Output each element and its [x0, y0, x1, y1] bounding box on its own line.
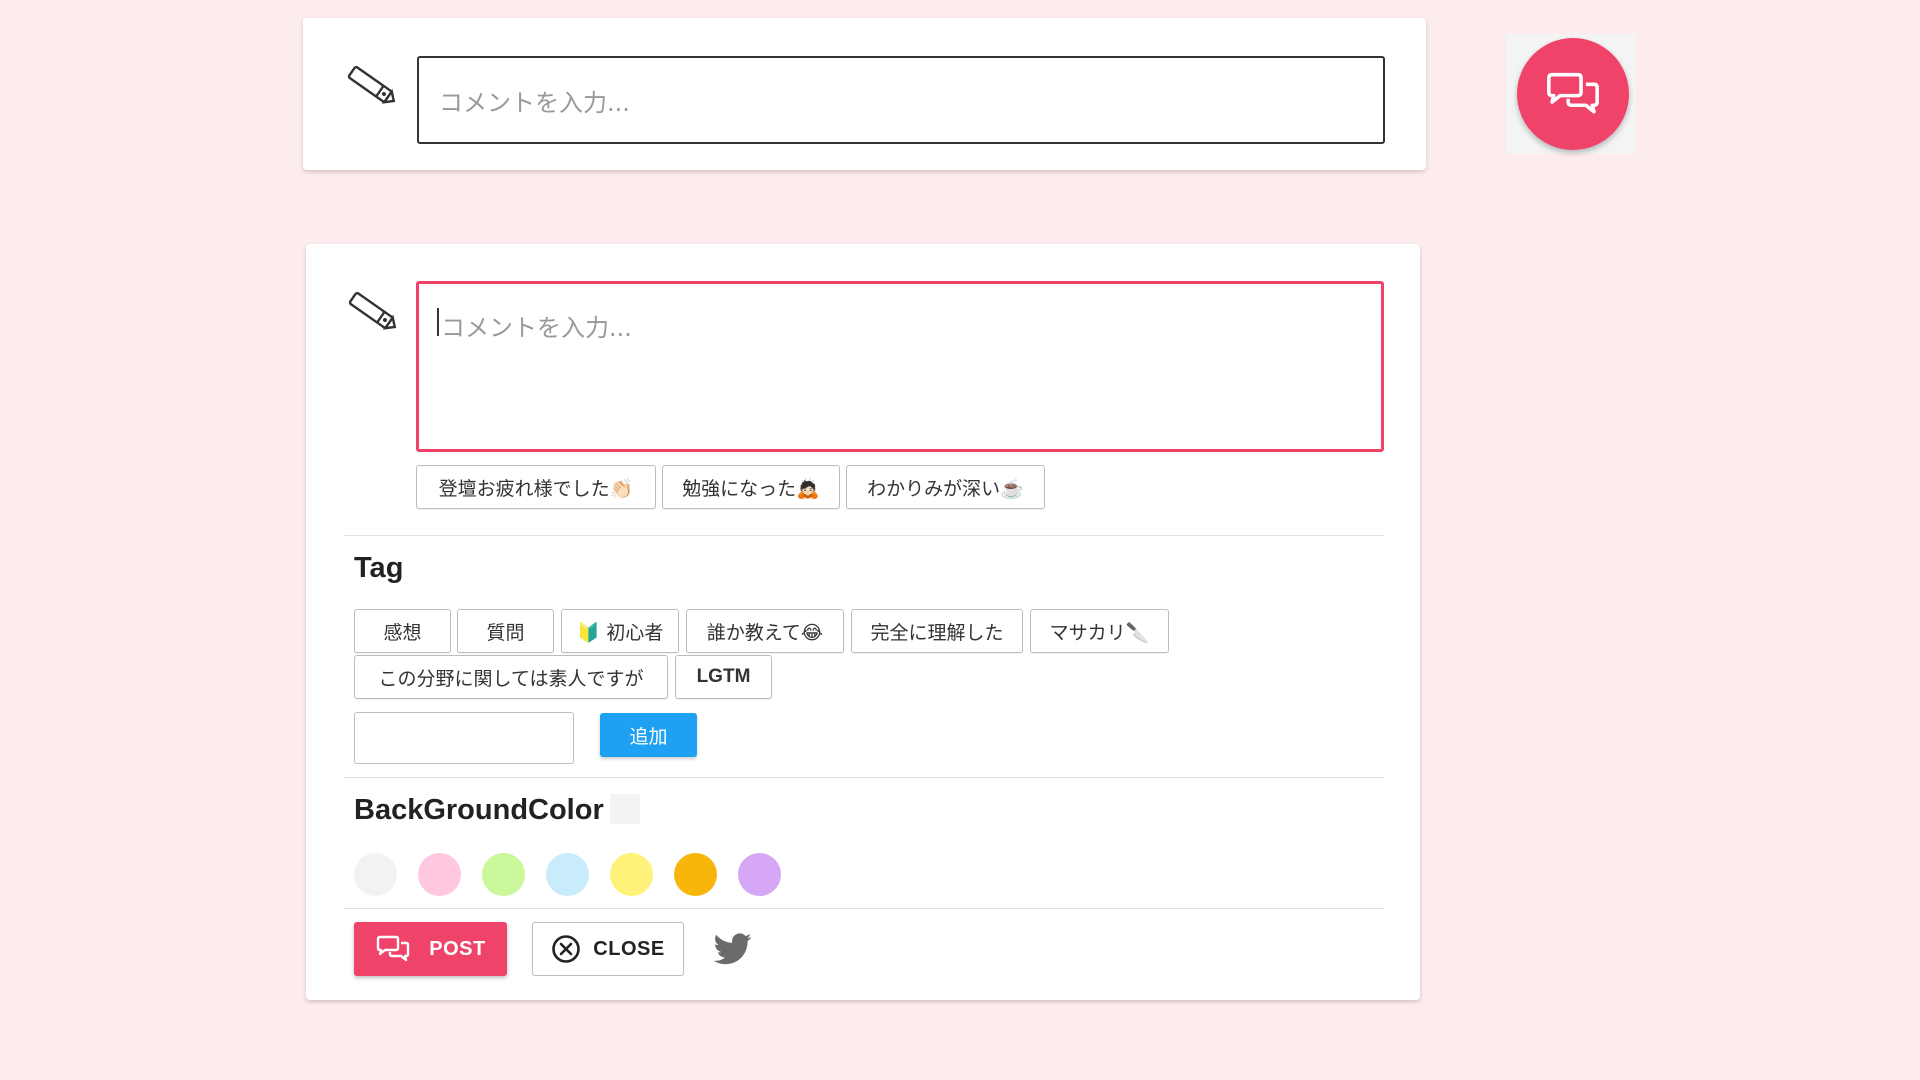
close-button[interactable]: CLOSE [532, 922, 684, 976]
color-swatch-purple[interactable] [738, 853, 781, 896]
comment-placeholder: コメントを入力... [439, 88, 630, 117]
quick-reply-chip[interactable]: わかりみが深い☕️ [846, 465, 1045, 509]
quick-reply-chip[interactable]: 登壇お疲れ様でした👏🏻 [416, 465, 656, 509]
close-label: CLOSE [593, 937, 665, 960]
tag-label: この分野に関しては素人ですが [378, 667, 644, 690]
comment-placeholder: コメントを入力... [441, 314, 632, 342]
close-circle-icon [552, 935, 581, 963]
tag-chip[interactable]: マサカリ🔪 [1030, 609, 1169, 653]
comment-card-collapsed: コメントを入力... [303, 18, 1426, 170]
quick-reply-label: 登壇お疲れ様でした👏🏻 [438, 477, 634, 500]
color-swatch-gray[interactable] [354, 853, 397, 896]
new-tag-input[interactable] [354, 712, 574, 764]
post-label: POST [429, 937, 486, 960]
tag-section-title: Tag [354, 552, 404, 584]
quick-reply-label: 勉強になった🙇🏻 [682, 477, 820, 500]
tag-chip[interactable]: 感想 [354, 609, 451, 653]
tag-label: 誰か教えて😂 [706, 621, 824, 644]
text-caret [437, 308, 439, 336]
bg-color-section-title: BackGroundColor [354, 794, 604, 826]
tag-label: LGTM [696, 666, 751, 687]
comment-input[interactable]: コメントを入力... [417, 56, 1385, 144]
section-divider [344, 908, 1384, 909]
tag-label: 感想 [383, 621, 422, 644]
tag-label: 完全に理解した [870, 621, 1004, 644]
sticky-note-icon [610, 794, 640, 824]
add-tag-label: 追加 [629, 725, 668, 748]
open-comments-fab[interactable] [1517, 38, 1629, 150]
quick-reply-label: わかりみが深い☕️ [867, 477, 1024, 500]
section-divider [344, 777, 1384, 778]
tag-chip[interactable]: 🔰 初心者 [561, 609, 679, 653]
quick-reply-chip[interactable]: 勉強になった🙇🏻 [662, 465, 840, 509]
pen-icon [348, 291, 397, 330]
color-swatch-pink[interactable] [418, 853, 461, 896]
tag-label: 質問 [486, 621, 525, 644]
comment-card-expanded: コメントを入力... 登壇お疲れ様でした👏🏻 勉強になった🙇🏻 わかりみが深い☕… [306, 244, 1420, 1000]
section-divider [344, 535, 1384, 536]
tag-chip[interactable]: 質問 [457, 609, 554, 653]
color-swatch-orange[interactable] [674, 853, 717, 896]
tag-chip[interactable]: 誰か教えて😂 [686, 609, 844, 653]
chat-bubbles-icon [377, 935, 410, 962]
color-swatch-yellow[interactable] [610, 853, 653, 896]
tag-label: マサカリ🔪 [1049, 621, 1150, 644]
tag-chip[interactable]: この分野に関しては素人ですが [354, 655, 668, 699]
chat-bubbles-icon [1547, 72, 1599, 114]
tag-label: 🔰 初心者 [576, 621, 664, 644]
post-button[interactable]: POST [354, 922, 507, 976]
comment-textarea[interactable]: コメントを入力... [416, 281, 1384, 452]
add-tag-button[interactable]: 追加 [600, 713, 697, 757]
pen-icon [347, 65, 396, 104]
tag-chip[interactable]: LGTM [675, 655, 772, 699]
tag-chip[interactable]: 完全に理解した [851, 609, 1023, 653]
color-swatch-blue[interactable] [546, 853, 589, 896]
color-swatch-green[interactable] [482, 853, 525, 896]
twitter-icon[interactable] [714, 932, 752, 966]
